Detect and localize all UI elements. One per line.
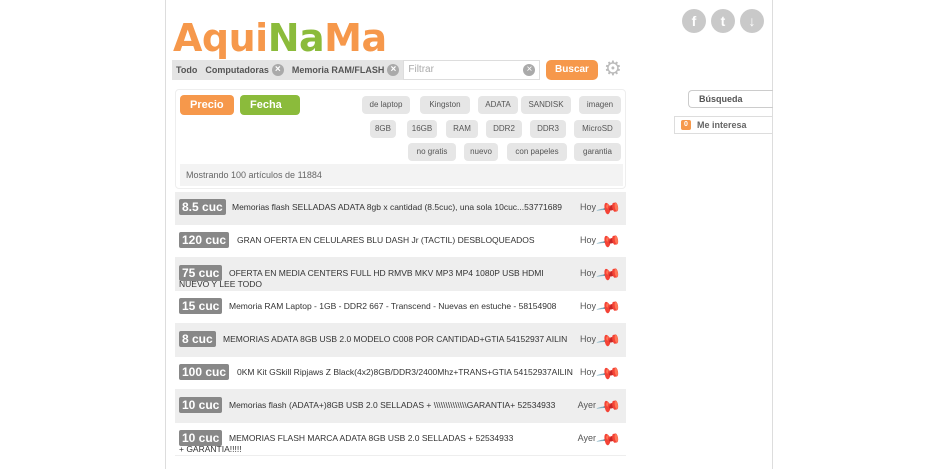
item-date: Hoy: [579, 202, 596, 212]
crumb-memoria[interactable]: Memoria RAM/FLASH ×: [287, 60, 404, 80]
results-list: 8.5 cuc Memorias flash SELLADAS ADATA 8g…: [175, 192, 626, 456]
filter-input[interactable]: Filtrar ×: [403, 60, 541, 80]
search-tab[interactable]: Búsqueda: [688, 90, 773, 108]
sort-date-button[interactable]: Fecha ▼: [240, 95, 300, 131]
pin-icon[interactable]: 📌: [595, 327, 623, 355]
crumb-todo-label: Todo: [176, 65, 198, 75]
list-item[interactable]: 120 cuc GRAN OFERTA EN CELULARES BLU DAS…: [175, 225, 626, 258]
logo-part-1: Aqui: [173, 16, 268, 60]
price-badge: 120 cuc: [179, 232, 230, 248]
crumb-todo[interactable]: Todo: [172, 60, 202, 80]
pin-icon[interactable]: 📌: [595, 360, 623, 388]
logo-part-3: Ma: [324, 16, 387, 60]
tag-ram[interactable]: RAM: [446, 120, 478, 138]
pin-icon[interactable]: 📌: [595, 195, 623, 223]
tag-adata[interactable]: ADATA: [478, 96, 518, 114]
pin-icon[interactable]: 📌: [595, 426, 623, 454]
tag-imagen[interactable]: imagen: [579, 96, 621, 114]
item-title[interactable]: 0KM Kit GSkill Ripjaws Z Black(4x2)8GB/D…: [237, 367, 573, 378]
list-item[interactable]: 10 cuc Memorias flash (ADATA+)8GB USB 2.…: [175, 390, 626, 423]
tag-kingston[interactable]: Kingston: [420, 96, 470, 114]
favorites-count: 0: [681, 120, 691, 130]
filter-placeholder: Filtrar: [408, 64, 434, 75]
favorites-label: Me interesa: [697, 120, 747, 130]
item-date: Hoy: [579, 268, 596, 278]
item-date: Hoy: [579, 367, 596, 377]
tag-con-papeles[interactable]: con papeles: [507, 143, 567, 161]
pin-icon[interactable]: 📌: [595, 393, 623, 421]
list-item[interactable]: 75 cuc OFERTA EN MEDIA CENTERS FULL HD R…: [175, 258, 626, 291]
facebook-icon[interactable]: f: [682, 9, 706, 33]
price-badge: 8.5 cuc: [179, 199, 226, 215]
tag-16gb[interactable]: 16GB: [407, 120, 437, 138]
tag-garantia[interactable]: garantia: [574, 143, 621, 161]
item-title[interactable]: MEMORIAS ADATA 8GB USB 2.0 MODELO C008 P…: [223, 334, 567, 345]
list-item[interactable]: 8.5 cuc Memorias flash SELLADAS ADATA 8g…: [175, 192, 626, 225]
crumb-computadoras[interactable]: Computadoras ×: [201, 60, 288, 80]
download-icon[interactable]: ↓: [740, 9, 764, 33]
price-badge: 10 cuc: [179, 397, 223, 413]
twitter-icon[interactable]: t: [711, 9, 735, 33]
price-badge: 8 cuc: [179, 331, 216, 347]
tag-sandisk[interactable]: SANDISK: [521, 96, 571, 114]
logo-part-2: Na: [267, 16, 325, 60]
site-logo[interactable]: AquiNaMa: [173, 14, 387, 62]
tag-no-gratis[interactable]: no gratis: [408, 143, 456, 161]
results-count: Mostrando 100 artículos de 11884: [180, 164, 623, 186]
item-title[interactable]: MEMORIAS FLASH MARCA ADATA 8GB USB 2.0 S…: [179, 433, 519, 455]
item-title[interactable]: Memoria RAM Laptop - 1GB - DDR2 667 - Tr…: [229, 301, 556, 312]
clear-icon[interactable]: ×: [523, 64, 536, 76]
gear-icon[interactable]: ⚙: [603, 59, 623, 79]
price-badge: 15 cuc: [179, 298, 223, 314]
pin-icon[interactable]: 📌: [595, 261, 623, 289]
favorites-tab[interactable]: 0 Me interesa: [674, 116, 773, 134]
close-icon[interactable]: ×: [271, 64, 284, 76]
list-item[interactable]: 8 cuc MEMORIAS ADATA 8GB USB 2.0 MODELO …: [175, 324, 626, 357]
item-date: Ayer: [577, 400, 596, 410]
crumb-memoria-label: Memoria RAM/FLASH: [291, 65, 385, 75]
breadcrumb: Todo Computadoras × Memoria RAM/FLASH × Fi…: [172, 60, 541, 80]
tag-ddr3[interactable]: DDR3: [530, 120, 566, 138]
tag-microsd[interactable]: MicroSD: [574, 120, 621, 138]
item-title[interactable]: Memorias flash SELLADAS ADATA 8gb x cant…: [232, 202, 562, 213]
list-item[interactable]: 100 cuc 0KM Kit GSkill Ripjaws Z Black(4…: [175, 357, 626, 390]
crumb-computadoras-label: Computadoras: [205, 65, 269, 75]
close-icon[interactable]: ×: [387, 64, 400, 76]
tag-ddr2[interactable]: DDR2: [486, 120, 522, 138]
item-title[interactable]: OFERTA EN MEDIA CENTERS FULL HD RMVB MKV…: [179, 268, 575, 290]
sort-price-button[interactable]: Precio: [180, 95, 234, 115]
tag-de-laptop[interactable]: de laptop: [362, 96, 410, 114]
item-title[interactable]: GRAN OFERTA EN CELULARES BLU DASH Jr (TA…: [237, 235, 535, 246]
item-date: Hoy: [579, 235, 596, 245]
item-title[interactable]: Memorias flash (ADATA+)8GB USB 2.0 SELLA…: [229, 400, 555, 411]
item-date: Hoy: [579, 334, 596, 344]
search-button[interactable]: Buscar: [546, 60, 598, 80]
item-date: Ayer: [577, 433, 596, 443]
main-column: AquiNaMa f t ↓ Todo Computadoras × Memori…: [165, 0, 773, 469]
pin-icon[interactable]: 📌: [595, 294, 623, 322]
list-item[interactable]: 15 cuc Memoria RAM Laptop - 1GB - DDR2 6…: [175, 291, 626, 324]
price-badge: 100 cuc: [179, 364, 230, 380]
tag-8gb[interactable]: 8GB: [370, 120, 396, 138]
tag-nuevo[interactable]: nuevo: [464, 143, 498, 161]
right-sidebar: Búsqueda 0 Me interesa: [674, 90, 773, 134]
list-item[interactable]: 10 cuc MEMORIAS FLASH MARCA ADATA 8GB US…: [175, 423, 626, 456]
item-date: Hoy: [579, 301, 596, 311]
pin-icon[interactable]: 📌: [595, 228, 623, 256]
filter-panel: Precio Fecha ▼ de laptop Kingston ADATA …: [175, 89, 626, 189]
social-links: f t ↓: [682, 9, 764, 33]
